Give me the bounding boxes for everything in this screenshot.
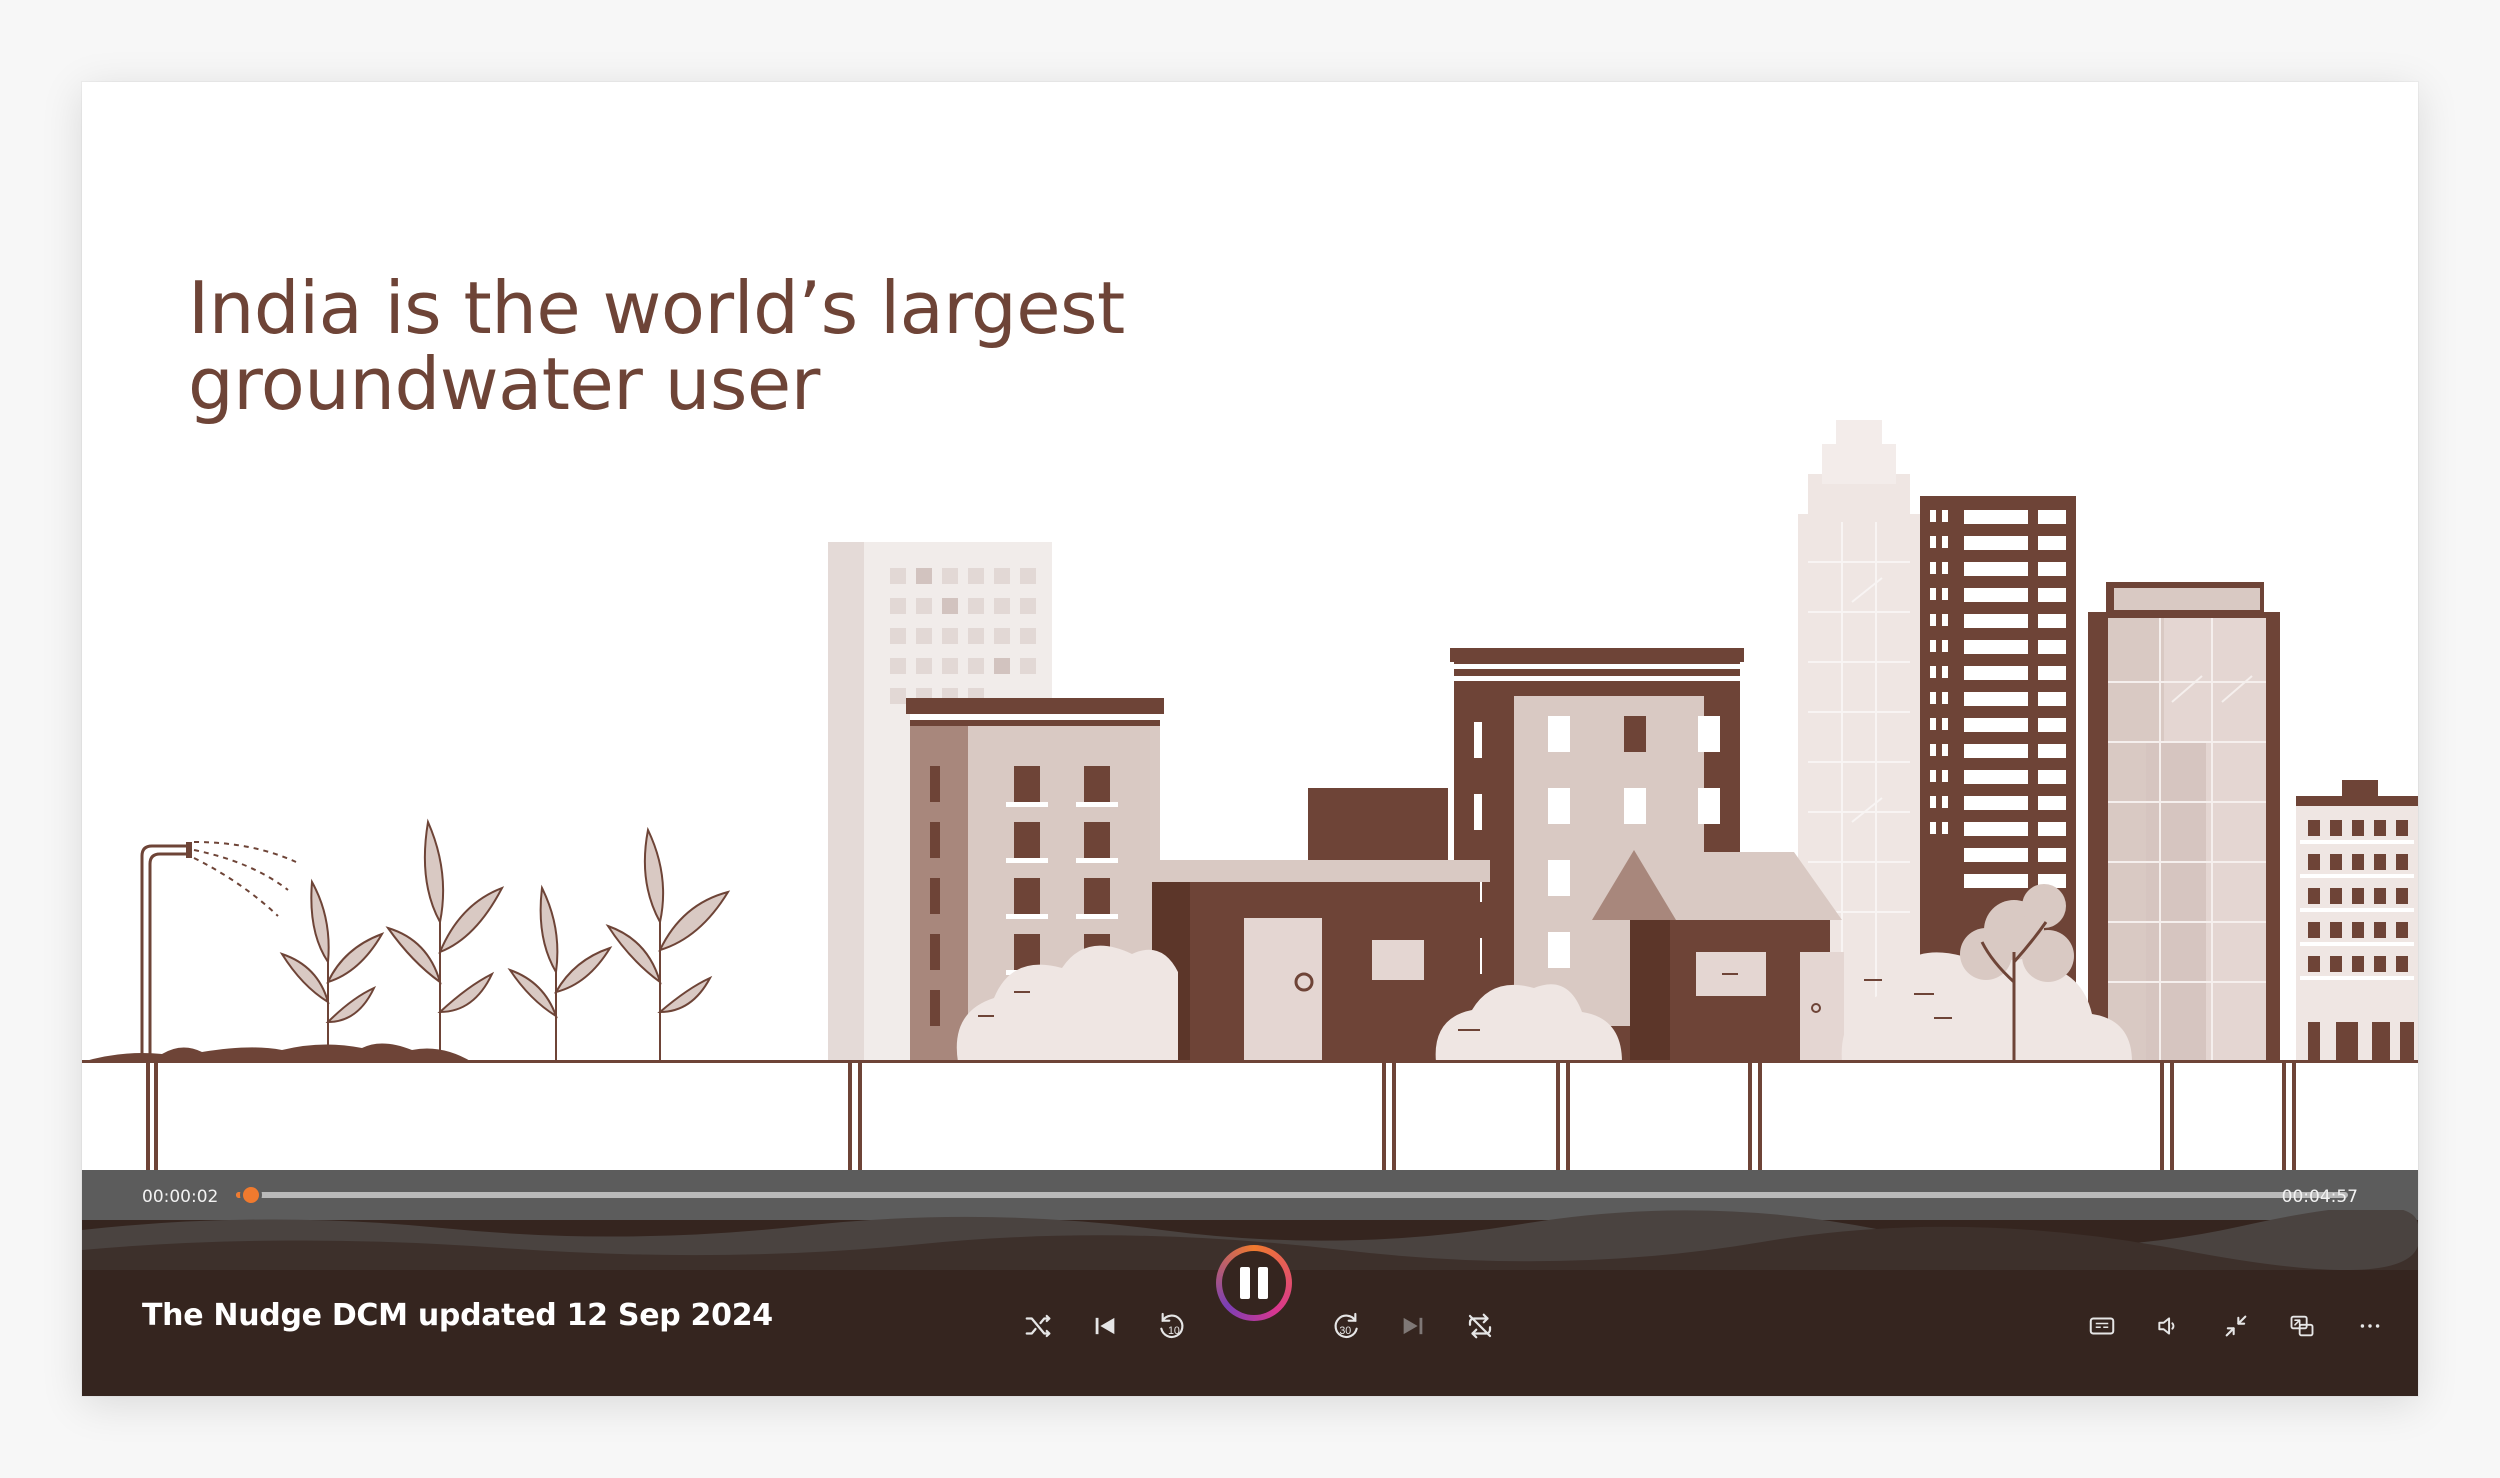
exit-fullscreen-icon xyxy=(2225,1315,2247,1337)
rewind-10-button[interactable]: 10 xyxy=(1152,1306,1192,1346)
shuffle-button[interactable] xyxy=(1018,1306,1058,1346)
exit-fullscreen-button[interactable] xyxy=(2216,1306,2256,1346)
volume-icon xyxy=(2158,1317,2175,1335)
more-options-button[interactable] xyxy=(2350,1306,2390,1346)
video-frame[interactable]: India is the world’s largest groundwater… xyxy=(82,82,2418,1396)
low-shop-building xyxy=(1130,788,1490,1062)
shuffle-icon xyxy=(1025,1314,1051,1338)
pause-icon xyxy=(1222,1251,1286,1315)
play-pause-button[interactable] xyxy=(1216,1245,1292,1321)
mini-player-icon xyxy=(2290,1315,2314,1337)
apartment-building-right xyxy=(2296,780,2418,1062)
next-track-button[interactable] xyxy=(1393,1306,1433,1346)
player-controls-bar: 00:00:02 00:04:57 The Nudge DCM updated … xyxy=(82,1170,2418,1396)
previous-track-button[interactable] xyxy=(1085,1306,1125,1346)
forward-30-icon: 30 xyxy=(1334,1312,1358,1338)
repeat-off-icon xyxy=(1468,1313,1492,1339)
volume-button[interactable] xyxy=(2148,1306,2188,1346)
seek-thumb[interactable] xyxy=(239,1184,262,1206)
captions-button[interactable] xyxy=(2082,1306,2122,1346)
glass-tower-right xyxy=(2088,582,2280,1062)
captions-icon xyxy=(2089,1317,2115,1335)
farm-field xyxy=(82,818,731,1062)
seek-slider[interactable] xyxy=(236,1184,2348,1206)
video-title: The Nudge DCM updated 12 Sep 2024 xyxy=(142,1298,773,1333)
underground-pipes xyxy=(146,1062,2296,1172)
more-options-icon xyxy=(2360,1324,2380,1328)
headline-line-1: India is the world’s largest xyxy=(188,266,1125,350)
forward-30-button[interactable]: 30 xyxy=(1326,1306,1366,1346)
total-duration: 00:04:57 xyxy=(2281,1187,2358,1207)
crop-plants xyxy=(279,818,731,1060)
mini-player-button[interactable] xyxy=(2282,1306,2322,1346)
svg-text:30: 30 xyxy=(1339,1325,1351,1337)
media-player-window: India is the world’s largest groundwater… xyxy=(82,82,2418,1396)
rewind-10-icon: 10 xyxy=(1160,1312,1184,1338)
next-track-icon xyxy=(1403,1317,1423,1335)
elapsed-time: 00:00:02 xyxy=(142,1187,219,1207)
repeat-button[interactable] xyxy=(1460,1306,1500,1346)
svg-text:10: 10 xyxy=(1168,1325,1180,1337)
slide-headline: India is the world’s largest groundwater… xyxy=(188,270,1288,422)
previous-track-icon xyxy=(1095,1317,1115,1335)
headline-line-2: groundwater user xyxy=(188,342,820,426)
